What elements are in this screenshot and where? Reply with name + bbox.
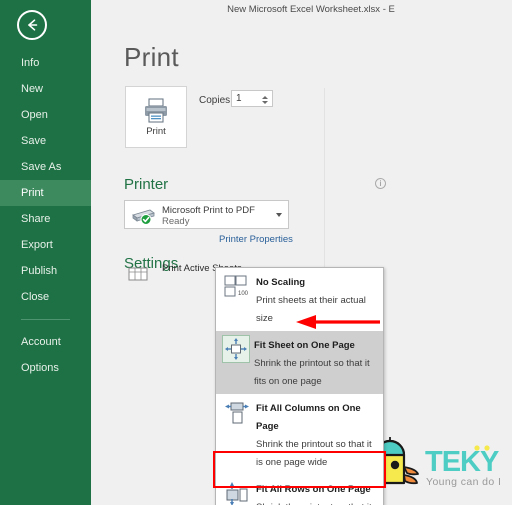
svg-text:Young can do IT: Young can do IT — [426, 476, 500, 488]
printer-icon — [145, 98, 167, 123]
stepper-up-icon[interactable] — [261, 95, 268, 99]
sidebar-item-open[interactable]: Open — [0, 102, 91, 128]
printer-status: Ready — [162, 216, 190, 227]
backstage-sidebar: Info New Open Save Save As Print Share E… — [0, 0, 91, 505]
sidebar-item-info[interactable]: Info — [0, 50, 91, 76]
svg-text:100: 100 — [238, 291, 249, 297]
menu-item-desc: Shrink the printout so that it fits on o… — [254, 358, 370, 387]
sidebar-item-label: Info — [21, 57, 40, 69]
sidebar-item-label: Export — [21, 239, 53, 251]
chevron-down-icon[interactable] — [276, 213, 282, 217]
menu-item-fit-all-columns-on-one-page[interactable]: Fit All Columns on One Page Shrink the p… — [216, 394, 383, 475]
sidebar-item-share[interactable]: Share — [0, 206, 91, 232]
excel-print-backstage: New Microsoft Excel Worksheet.xlsx - E I… — [0, 0, 512, 505]
copies-stepper[interactable] — [260, 92, 269, 107]
sidebar-item-label: Share — [21, 213, 51, 225]
no-scaling-icon: 100 — [222, 272, 252, 302]
red-arrow-annotation — [296, 315, 380, 329]
sidebar-item-label: Open — [21, 109, 48, 121]
sidebar-item-account[interactable]: Account — [0, 329, 91, 355]
menu-item-title: No Scaling — [256, 277, 306, 288]
printer-device-icon — [132, 209, 155, 225]
print-active-sheets-icon — [128, 267, 148, 281]
sidebar-nav: Info New Open Save Save As Print Share E… — [0, 50, 91, 381]
stepper-down-icon[interactable] — [261, 100, 268, 104]
sidebar-item-label: Account — [21, 336, 61, 348]
sidebar-divider — [21, 319, 70, 320]
sidebar-item-save-as[interactable]: Save As — [0, 154, 91, 180]
sidebar-item-label: Save As — [21, 161, 62, 173]
sidebar-item-print[interactable]: Print — [0, 180, 91, 206]
sidebar-item-close[interactable]: Close — [0, 284, 91, 310]
menu-item-fit-sheet-on-one-page[interactable]: Fit Sheet on One Page Shrink the printou… — [216, 331, 383, 394]
sidebar-item-label: Close — [21, 291, 50, 303]
back-arrow-icon — [28, 19, 38, 31]
printer-heading: Printer — [124, 176, 169, 193]
menu-item-title: Fit All Rows on One Page — [256, 484, 371, 495]
printer-select[interactable]: Microsoft Print to PDF Ready — [124, 200, 289, 229]
fit-rows-one-page-icon — [222, 479, 252, 505]
print-button[interactable]: Print — [125, 86, 187, 148]
sidebar-item-label: Print — [21, 187, 44, 199]
sidebar-item-label: Options — [21, 362, 59, 374]
sidebar-item-label: Publish — [21, 265, 58, 277]
menu-item-title: Fit All Columns on One Page — [256, 403, 361, 432]
sidebar-item-new[interactable]: New — [0, 76, 91, 102]
copies-input[interactable]: 1 — [231, 90, 273, 107]
back-button[interactable] — [17, 10, 47, 40]
sidebar-item-save[interactable]: Save — [0, 128, 91, 154]
info-icon[interactable]: i — [375, 178, 386, 189]
sidebar-item-export[interactable]: Export — [0, 232, 91, 258]
copies-label: Copies: — [199, 95, 233, 106]
sidebar-item-options[interactable]: Options — [0, 355, 91, 381]
print-button-label: Print — [146, 126, 166, 137]
fit-sheet-one-page-icon — [222, 335, 250, 363]
menu-item-title: Fit Sheet on One Page — [254, 340, 355, 351]
page-title: Print — [124, 42, 179, 72]
printer-properties-link[interactable]: Printer Properties — [219, 234, 293, 245]
menu-item-desc: Shrink the printout so that it is one pa… — [256, 439, 372, 468]
sidebar-item-label: New — [21, 83, 44, 95]
fit-columns-one-page-icon — [222, 398, 252, 428]
printer-name: Microsoft Print to PDF — [162, 205, 255, 216]
print-pane: Print Print Copies: 1 Printer i Microsof… — [91, 18, 512, 505]
sidebar-item-publish[interactable]: Publish — [0, 258, 91, 284]
svg-text:TEKY: TEKY — [425, 446, 499, 478]
menu-item-fit-all-rows-on-one-page[interactable]: Fit All Rows on One Page Shrink the prin… — [216, 475, 383, 505]
sidebar-item-label: Save — [21, 135, 47, 147]
scaling-dropdown-menu: 100 No Scaling Print sheets at their act… — [215, 267, 384, 505]
window-title: New Microsoft Excel Worksheet.xlsx - E — [227, 3, 395, 15]
copies-value: 1 — [236, 93, 242, 104]
